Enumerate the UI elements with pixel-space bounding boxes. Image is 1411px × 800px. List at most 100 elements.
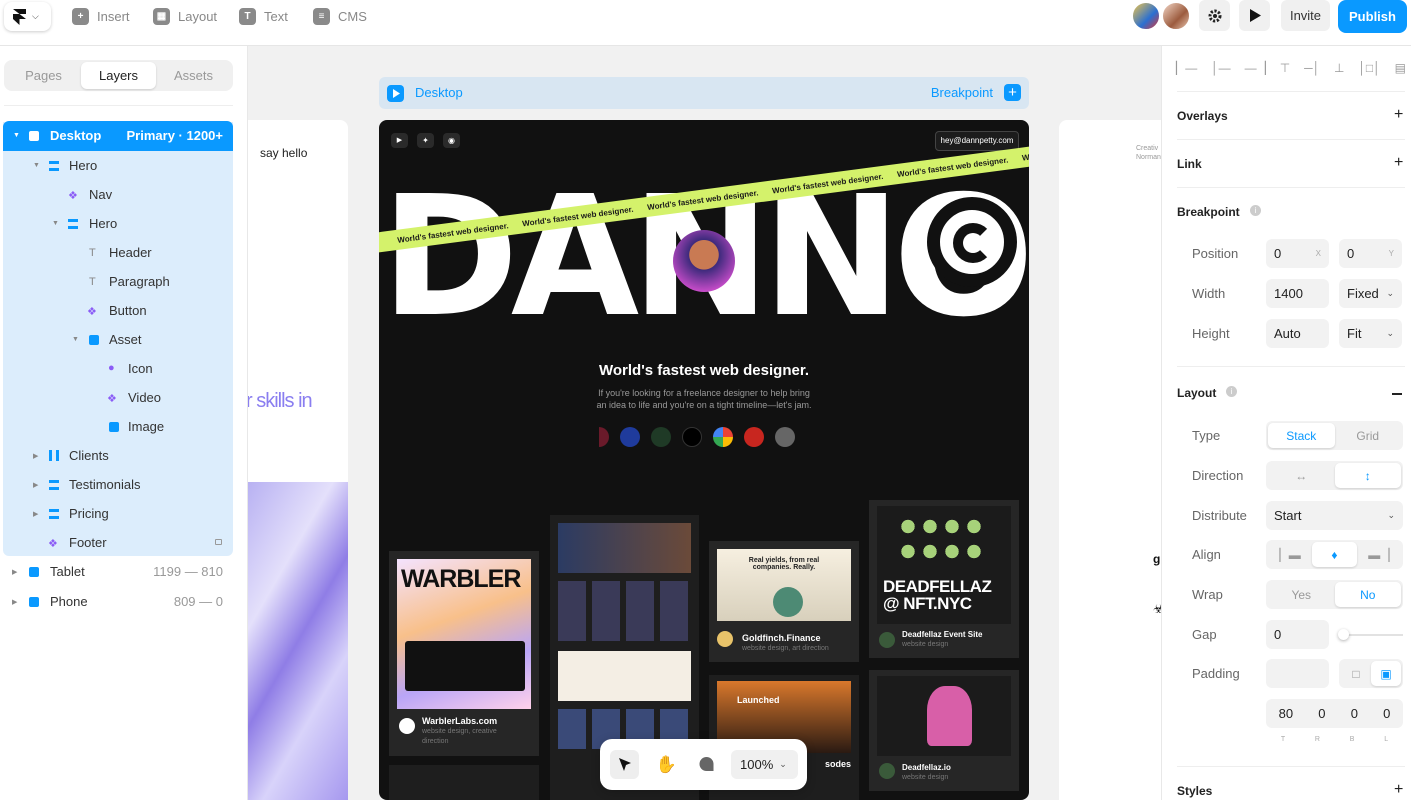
add-overlay-icon[interactable]: + [1394, 106, 1403, 124]
text-button[interactable]: T Text [239, 6, 288, 26]
gap-input[interactable]: 0 [1266, 620, 1329, 649]
frame-name: Desktop [415, 85, 463, 100]
align-center-icon[interactable]: ♦ [1312, 542, 1357, 567]
lock-icon[interactable] [215, 539, 222, 545]
invite-button[interactable]: Invite [1281, 0, 1330, 31]
type-grid-option[interactable]: Grid [1335, 423, 1402, 448]
position-x-input[interactable]: 0 X [1266, 239, 1329, 268]
publish-button[interactable]: Publish [1338, 0, 1407, 33]
email-button[interactable]: hey@dannpetty.com [935, 131, 1019, 151]
align-top-icon[interactable]: ⊤ [1280, 61, 1290, 75]
layer-testimonials[interactable]: ▶ Testimonials [0, 470, 233, 499]
layer-button[interactable]: ❖ Button [0, 296, 233, 325]
tab-pages[interactable]: Pages [6, 62, 81, 89]
insert-label: Insert [97, 8, 130, 24]
project-card-goldfinch[interactable]: Real yields, from real companies. Really… [709, 541, 859, 662]
tab-layers[interactable]: Layers [81, 62, 156, 89]
layer-header[interactable]: T Header [0, 238, 233, 267]
add-breakpoint-plus-icon[interactable]: + [1004, 84, 1021, 101]
align-right-icon[interactable]: —▕ [1245, 61, 1266, 75]
desktop-frame[interactable]: ▶ ✦ ◉ hey@dannpetty.com DANNO World's fa… [379, 120, 1029, 800]
project-card[interactable] [389, 765, 539, 800]
padding-sides-input[interactable]: 80 0 0 0 [1266, 699, 1403, 728]
wrap-yes-option[interactable]: Yes [1268, 582, 1335, 607]
vertical-arrow-icon[interactable]: ↕ [1334, 463, 1401, 488]
align-end-icon[interactable]: ▬▕ [1357, 542, 1401, 567]
padding-left-value[interactable]: 0 [1383, 706, 1390, 721]
layout-button[interactable]: ▦ Layout [153, 6, 217, 26]
framer-menu-button[interactable]: ⌵ [4, 2, 51, 31]
left-breakpoint-preview[interactable]: say hello r skills in [248, 120, 348, 800]
gap-slider-track[interactable] [1342, 634, 1403, 636]
padding-individual-icon[interactable]: ▣ [1371, 661, 1401, 686]
tab-assets[interactable]: Assets [156, 62, 231, 89]
position-y-input[interactable]: 0 Y [1339, 239, 1402, 268]
align-center-h-icon[interactable]: │— [1211, 61, 1231, 75]
layer-tablet[interactable]: ▶ Tablet 1199 — 810 [0, 557, 233, 586]
width-mode-select[interactable]: Fixed ⌄ [1339, 279, 1402, 308]
layer-desktop[interactable]: ▼ Desktop Primary · 1200+ [0, 121, 233, 150]
collaborator-avatar[interactable] [1161, 1, 1191, 31]
layer-phone[interactable]: ▶ Phone 809 — 0 [0, 587, 233, 616]
distribute-v-icon[interactable]: ▤ [1395, 61, 1406, 75]
layer-icon[interactable]: ● Icon [0, 354, 233, 383]
type-stack-option[interactable]: Stack [1268, 423, 1335, 448]
layer-asset[interactable]: ▼ Asset [0, 325, 233, 354]
right-breakpoint-preview[interactable]: Creativ Norman g ☣ [1059, 120, 1161, 800]
youtube-icon[interactable]: ▶ [391, 133, 408, 148]
project-card-deadfellaz[interactable]: Deadfellaz.io website design [869, 670, 1019, 791]
settings-button[interactable] [1199, 0, 1230, 31]
instagram-icon[interactable]: ◉ [443, 133, 460, 148]
layer-hero[interactable]: ▼ Hero [0, 151, 233, 180]
layer-clients[interactable]: ▶ Clients [0, 441, 233, 470]
wrap-label: Wrap [1192, 587, 1223, 602]
insert-button[interactable]: + Insert [72, 6, 130, 26]
project-card-deadfellaz-event[interactable]: DEADFELLAZ @ NFT.NYC Deadfellaz Event Si… [869, 500, 1019, 658]
align-bottom-icon[interactable]: ⊥ [1334, 61, 1344, 75]
wrap-no-option[interactable]: No [1334, 582, 1401, 607]
padding-input[interactable] [1266, 659, 1329, 688]
add-breakpoint-label[interactable]: Breakpoint [931, 85, 993, 100]
padding-right-value[interactable]: 0 [1318, 706, 1325, 721]
height-input[interactable]: Auto [1266, 319, 1329, 348]
align-left-icon[interactable]: ▏— [1176, 61, 1197, 75]
preview-button[interactable] [1239, 0, 1270, 31]
padding-uniform-icon[interactable]: □ [1341, 661, 1371, 686]
overlays-heading: Overlays [1177, 109, 1228, 123]
distribute-select[interactable]: Start ⌄ [1266, 501, 1403, 530]
frame-label-bar[interactable]: Desktop Breakpoint + [379, 77, 1029, 109]
info-icon[interactable]: i [1250, 205, 1261, 216]
comment-icon[interactable] [692, 750, 721, 779]
padding-top-value[interactable]: 80 [1279, 706, 1293, 721]
hand-icon[interactable]: ✋ [652, 750, 681, 779]
project-card-warbler[interactable]: WARBLER WarblerLabs.com website design, … [389, 551, 539, 756]
gap-slider-thumb[interactable] [1338, 629, 1349, 640]
layer-label: Hero [89, 216, 118, 231]
width-input[interactable]: 1400 [1266, 279, 1329, 308]
padding-bottom-value[interactable]: 0 [1351, 706, 1358, 721]
layer-video[interactable]: ❖ Video [0, 383, 233, 412]
layer-image[interactable]: Image [0, 412, 233, 441]
zoom-select[interactable]: 100% ⌄ [731, 750, 798, 779]
frame-play-icon[interactable] [387, 85, 404, 102]
add-link-icon[interactable]: + [1394, 154, 1403, 172]
layer-nav[interactable]: ❖ Nav [0, 180, 233, 209]
height-mode-select[interactable]: Fit ⌄ [1339, 319, 1402, 348]
layer-paragraph[interactable]: T Paragraph [0, 267, 233, 296]
layer-hero-inner[interactable]: ▼ Hero [0, 209, 233, 238]
canvas[interactable]: say hello r skills in Creativ Norman g ☣… [248, 46, 1161, 800]
twitter-icon[interactable]: ✦ [417, 133, 434, 148]
layer-footer[interactable]: ❖ Footer [0, 528, 233, 557]
collaborator-avatar[interactable] [1131, 1, 1161, 31]
cms-button[interactable]: ≡ CMS [313, 6, 367, 26]
align-start-icon[interactable]: ▏▬ [1268, 542, 1312, 567]
select-tool-button[interactable] [610, 750, 639, 779]
info-icon[interactable]: i [1226, 386, 1237, 397]
collapse-minus-icon[interactable] [1392, 393, 1402, 395]
add-style-icon[interactable]: + [1394, 781, 1403, 799]
project-logo [399, 718, 415, 734]
layer-pricing[interactable]: ▶ Pricing [0, 499, 233, 528]
distribute-h-icon[interactable]: │□│ [1358, 61, 1380, 75]
align-center-v-icon[interactable]: ─│ [1304, 61, 1320, 75]
horizontal-arrow-icon[interactable]: ↔ [1268, 463, 1335, 488]
